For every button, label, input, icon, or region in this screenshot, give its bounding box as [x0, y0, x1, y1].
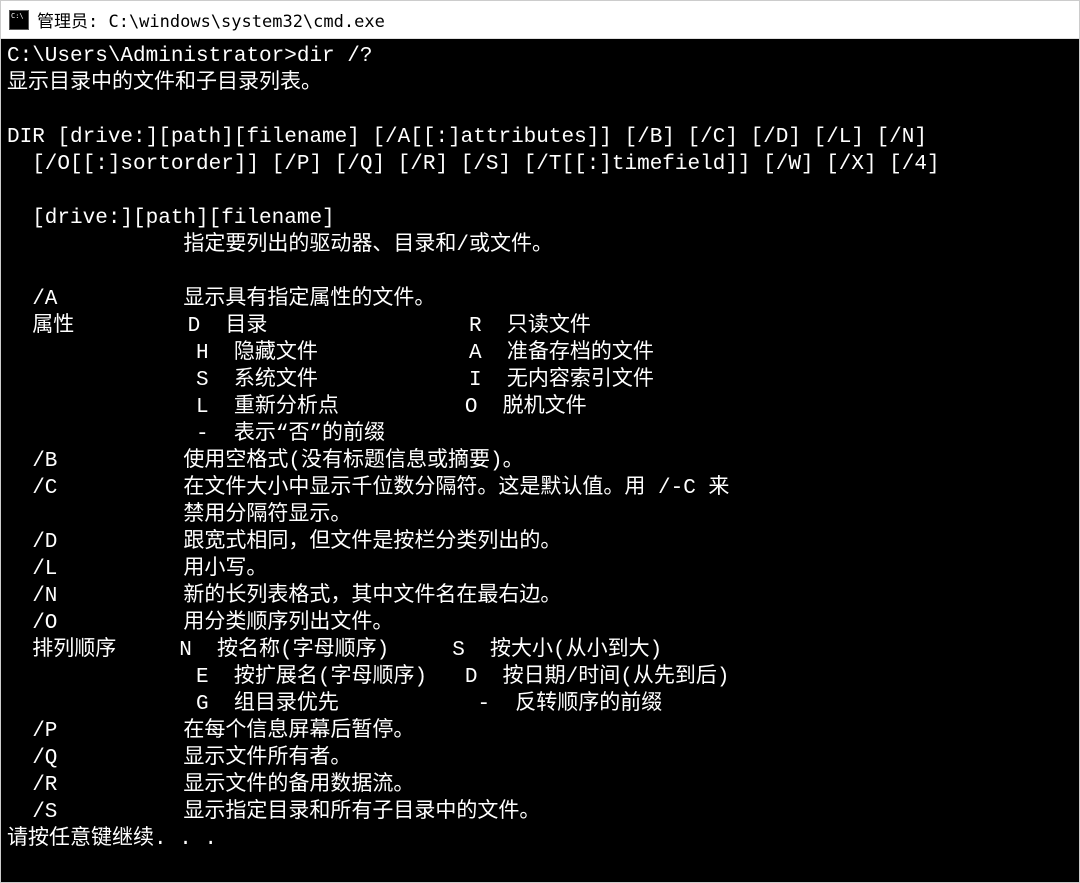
title-bar[interactable]: 管理员: C:\windows\system32\cmd.exe — [1, 1, 1079, 39]
terminal-line: /S 显示指定目录和所有子目录中的文件。 — [7, 801, 540, 824]
terminal-line: /P 在每个信息屏幕后暂停。 — [7, 720, 414, 743]
terminal-line: /B 使用空格式(没有标题信息或摘要)。 — [7, 450, 524, 473]
terminal-line: [drive:][path][filename] — [7, 207, 335, 230]
terminal-line: [/O[[:]sortorder]] [/P] [/Q] [/R] [/S] [… — [7, 153, 940, 176]
terminal-line: 排列顺序 N 按名称(字母顺序) S 按大小(从小到大) — [7, 639, 662, 662]
terminal-line: DIR [drive:][path][filename] [/A[[:]attr… — [7, 126, 927, 149]
terminal-line: C:\Users\Administrator>dir /? — [7, 45, 372, 68]
terminal-line: 指定要列出的驱动器、目录和/或文件。 — [7, 234, 553, 257]
terminal-line: 禁用分隔符显示。 — [7, 504, 351, 527]
terminal-line: /O 用分类顺序列出文件。 — [7, 612, 393, 635]
terminal-line: /Q 显示文件所有者。 — [7, 747, 351, 770]
terminal-line: S 系统文件 I 无内容索引文件 — [7, 369, 654, 392]
terminal-line: L 重新分析点 O 脱机文件 — [7, 396, 587, 419]
terminal-line: /D 跟宽式相同，但文件是按栏分类列出的。 — [7, 531, 561, 554]
terminal-line: G 组目录优先 - 反转顺序的前缀 — [7, 693, 662, 716]
terminal-line: /R 显示文件的备用数据流。 — [7, 774, 414, 797]
terminal-line: 属性 D 目录 R 只读文件 — [7, 315, 591, 338]
terminal-line: /N 新的长列表格式，其中文件名在最右边。 — [7, 585, 561, 608]
terminal-line: /C 在文件大小中显示千位数分隔符。这是默认值。用 /-C 来 — [7, 477, 729, 500]
terminal-line: - 表示“否”的前缀 — [7, 423, 385, 446]
cmd-window: 管理员: C:\windows\system32\cmd.exe C:\User… — [0, 0, 1080, 883]
terminal-line: /L 用小写。 — [7, 558, 267, 581]
terminal-line: /A 显示具有指定属性的文件。 — [7, 288, 435, 311]
terminal-line: E 按扩展名(字母顺序) D 按日期/时间(从先到后) — [7, 666, 729, 689]
terminal-output[interactable]: C:\Users\Administrator>dir /? 显示目录中的文件和子… — [1, 39, 1079, 882]
window-title: 管理员: C:\windows\system32\cmd.exe — [37, 7, 385, 32]
terminal-line: 请按任意键继续. . . — [7, 828, 217, 851]
terminal-line: 显示目录中的文件和子目录列表。 — [7, 72, 322, 95]
terminal-line: H 隐藏文件 A 准备存档的文件 — [7, 342, 654, 365]
cmd-icon — [9, 10, 29, 30]
